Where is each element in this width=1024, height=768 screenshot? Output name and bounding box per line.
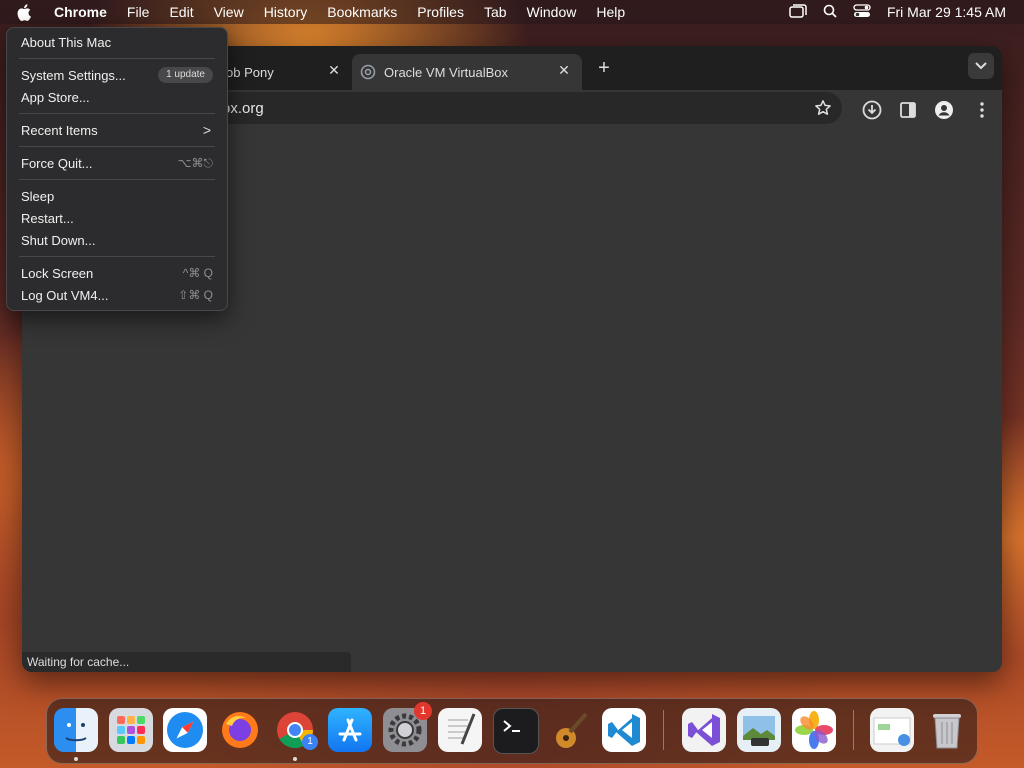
menu-item-sleep[interactable]: Sleep	[7, 185, 227, 207]
control-center-icon[interactable]	[853, 3, 871, 21]
tab-search-button[interactable]	[968, 53, 994, 79]
menu-help[interactable]: Help	[596, 4, 625, 20]
menu-separator	[19, 146, 215, 147]
garageband-icon[interactable]	[548, 708, 592, 752]
finder-icon[interactable]	[54, 708, 98, 752]
menu-history[interactable]: History	[264, 4, 308, 20]
photos-icon[interactable]	[792, 708, 836, 752]
apple-menu: About This Mac System Settings... 1 upda…	[6, 27, 228, 311]
dock-separator	[663, 710, 664, 750]
update-badge: 1 update	[158, 67, 213, 83]
menu-bookmarks[interactable]: Bookmarks	[327, 4, 397, 20]
running-indicator	[74, 757, 78, 761]
apple-icon[interactable]	[16, 3, 32, 21]
download-icon[interactable]	[862, 100, 882, 120]
menu-clock[interactable]: Fri Mar 29 1:45 AM	[887, 4, 1006, 20]
tab-title: ob Pony	[226, 64, 274, 80]
menu-separator	[19, 179, 215, 180]
dock-separator	[853, 710, 854, 750]
textedit-icon[interactable]	[438, 708, 482, 752]
profile-icon[interactable]	[934, 100, 954, 120]
safari-icon[interactable]	[163, 708, 207, 752]
menu-item-log-out[interactable]: Log Out VM4... ⇧⌘ Q	[7, 284, 227, 306]
menu-bar: Chrome File Edit View History Bookmarks …	[0, 0, 1024, 24]
trash-icon[interactable]	[925, 708, 969, 752]
chevron-down-icon	[975, 62, 987, 70]
window-icon[interactable]	[789, 3, 807, 21]
menu-file[interactable]: File	[127, 4, 150, 20]
menu-item-restart[interactable]: Restart...	[7, 207, 227, 229]
menu-edit[interactable]: Edit	[169, 4, 193, 20]
search-icon[interactable]	[823, 4, 837, 21]
vscode-icon[interactable]	[602, 708, 646, 752]
menu-item-recent-items[interactable]: Recent Items >	[7, 119, 227, 141]
firefox-icon[interactable]	[218, 708, 262, 752]
tab-title: Oracle VM VirtualBox	[384, 64, 509, 80]
menu-tab[interactable]: Tab	[484, 4, 507, 20]
shortcut-label: ^⌘ Q	[182, 266, 213, 280]
menu-item-system-settings[interactable]: System Settings... 1 update	[7, 64, 227, 86]
menu-separator	[19, 256, 215, 257]
notification-badge: 1	[414, 702, 432, 720]
address-text: ox.org	[222, 99, 264, 117]
menu-chrome[interactable]: Chrome	[54, 4, 107, 20]
address-bar[interactable]: ox.org	[122, 92, 842, 124]
app-store-icon[interactable]	[328, 708, 372, 752]
menu-item-app-store[interactable]: App Store...	[7, 86, 227, 108]
menu-view[interactable]: View	[214, 4, 244, 20]
visual-studio-icon[interactable]	[682, 708, 726, 752]
close-icon[interactable]: ✕	[556, 62, 572, 78]
menu-item-force-quit[interactable]: Force Quit... ⌥⌘⎋	[7, 152, 227, 174]
chevron-right-icon: >	[202, 122, 211, 138]
menu-item-about-this-mac[interactable]: About This Mac	[7, 31, 227, 53]
menu-item-shut-down[interactable]: Shut Down...	[7, 229, 227, 251]
menu-window[interactable]: Window	[527, 4, 577, 20]
shortcut-label: ⌥⌘⎋	[177, 155, 213, 170]
running-indicator	[293, 757, 297, 761]
launchpad-icon[interactable]	[109, 708, 153, 752]
preview-icon[interactable]	[737, 708, 781, 752]
menu-item-lock-screen[interactable]: Lock Screen ^⌘ Q	[7, 262, 227, 284]
bookmark-star-icon[interactable]	[814, 99, 832, 117]
new-tab-button[interactable]: +	[592, 56, 616, 80]
finder-window-icon[interactable]	[870, 708, 914, 752]
menu-separator	[19, 58, 215, 59]
close-icon[interactable]: ✕	[326, 62, 342, 78]
chrome-badge: 1	[302, 734, 318, 750]
menu-separator	[19, 113, 215, 114]
side-panel-icon[interactable]	[898, 100, 918, 120]
globe-icon	[360, 64, 376, 80]
more-menu-icon[interactable]	[972, 100, 992, 120]
menu-profiles[interactable]: Profiles	[417, 4, 464, 20]
tab-oracle-vm-virtualbox[interactable]: Oracle VM VirtualBox ✕	[352, 54, 582, 90]
status-bar: Waiting for cache...	[22, 652, 351, 672]
terminal-icon[interactable]	[493, 708, 539, 754]
shortcut-label: ⇧⌘ Q	[178, 288, 213, 302]
